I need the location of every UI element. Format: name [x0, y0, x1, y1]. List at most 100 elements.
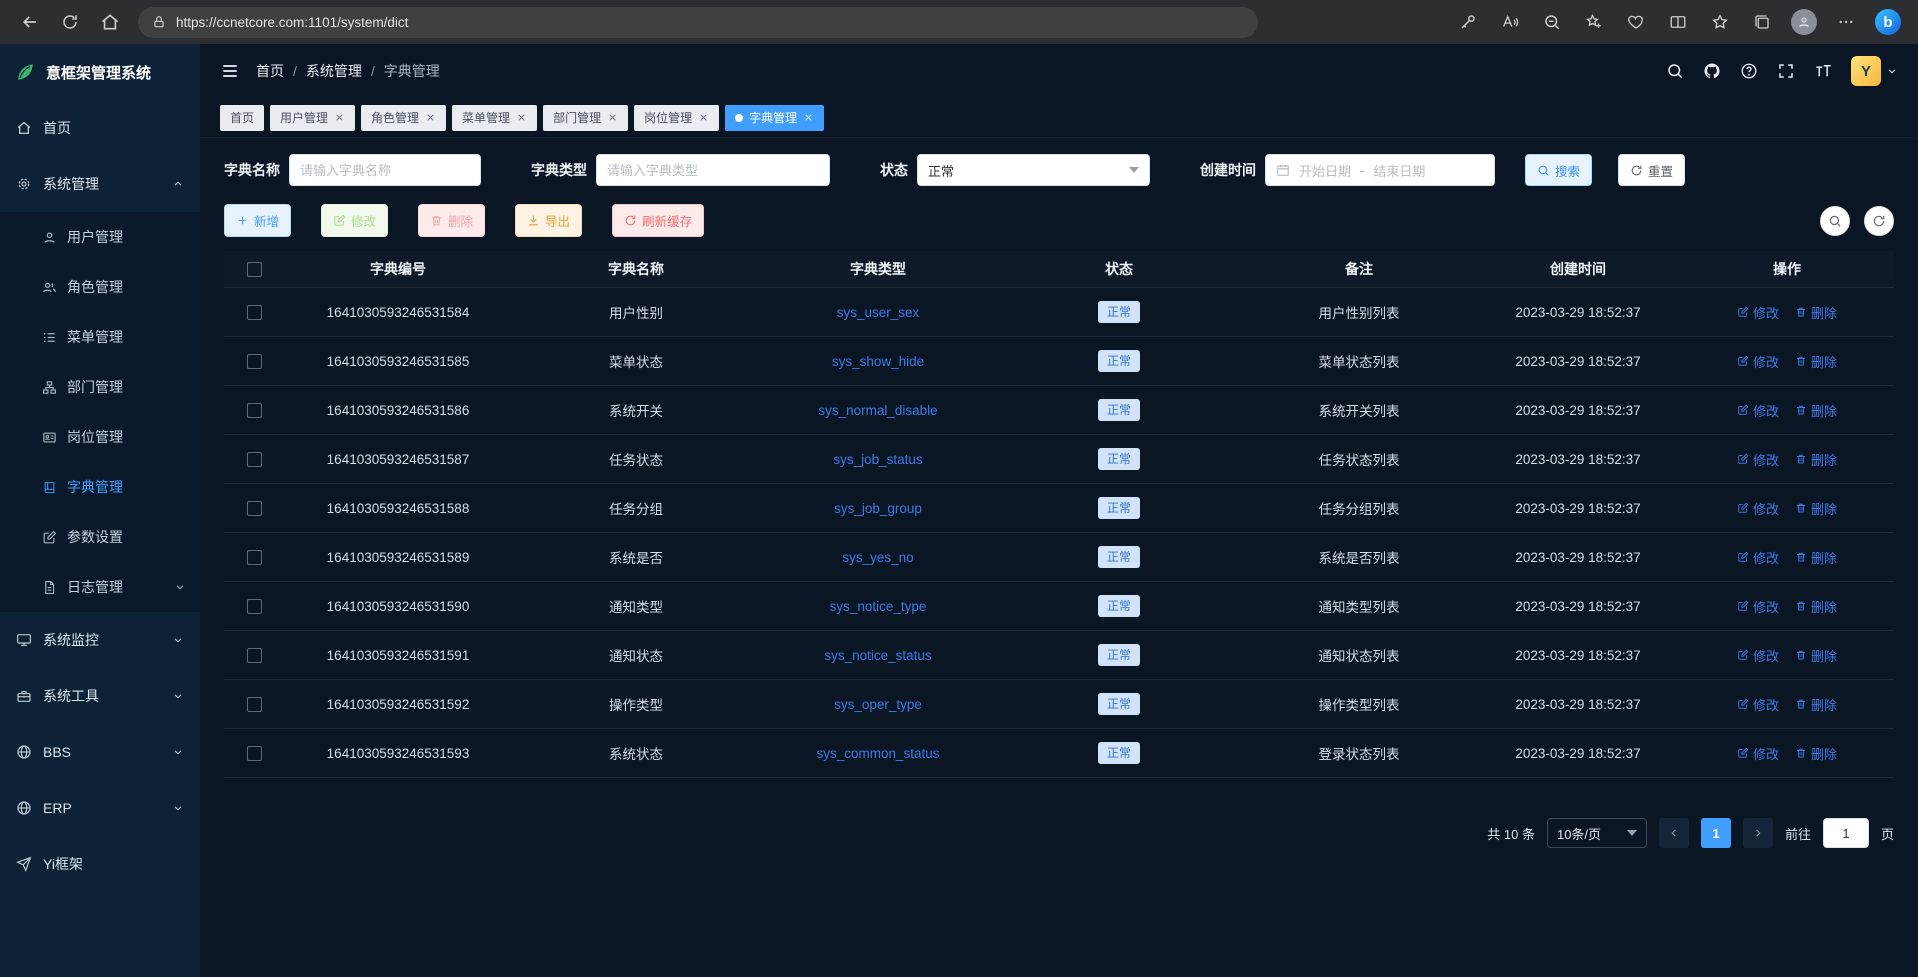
tab-home[interactable]: 首页 — [220, 105, 264, 131]
row-delete-link[interactable]: 删除 — [1795, 597, 1837, 616]
row-edit-link[interactable]: 修改 — [1737, 548, 1779, 567]
reset-button[interactable]: 重置 — [1618, 154, 1685, 186]
row-edit-link[interactable]: 修改 — [1737, 597, 1779, 616]
sidebar-item-role-mgmt[interactable]: 角色管理 — [0, 262, 200, 312]
password-key-icon[interactable] — [1450, 5, 1486, 39]
row-checkbox[interactable] — [247, 599, 262, 614]
browser-back-button[interactable] — [12, 5, 48, 39]
row-delete-link[interactable]: 删除 — [1795, 499, 1837, 518]
read-aloud-icon[interactable] — [1492, 5, 1528, 39]
close-icon[interactable] — [425, 112, 436, 123]
status-select[interactable]: 正常 — [917, 154, 1150, 186]
address-bar[interactable]: https://ccnetcore.com:1101/system/dict — [138, 7, 1258, 38]
github-icon[interactable] — [1703, 62, 1721, 80]
row-checkbox[interactable] — [247, 746, 262, 761]
refresh-cache-button[interactable]: 刷新缓存 — [612, 204, 704, 237]
font-size-icon[interactable] — [1814, 62, 1832, 80]
add-button[interactable]: 新增 — [224, 204, 291, 237]
close-icon[interactable] — [516, 112, 527, 123]
row-delete-link[interactable]: 删除 — [1795, 548, 1837, 567]
row-edit-link[interactable]: 修改 — [1737, 646, 1779, 665]
search-icon[interactable] — [1666, 62, 1684, 80]
sidebar-item-bbs[interactable]: BBS — [0, 724, 200, 780]
fullscreen-icon[interactable] — [1777, 62, 1795, 80]
dict-type-link[interactable]: sys_notice_status — [824, 648, 931, 663]
row-edit-link[interactable]: 修改 — [1737, 695, 1779, 714]
split-screen-icon[interactable] — [1660, 5, 1696, 39]
browser-refresh-button[interactable] — [52, 5, 88, 39]
row-delete-link[interactable]: 删除 — [1795, 646, 1837, 665]
add-favorite-icon[interactable] — [1576, 5, 1612, 39]
page-size-select[interactable]: 10条/页 — [1547, 818, 1647, 848]
breadcrumb-home[interactable]: 首页 — [256, 61, 284, 81]
delete-button[interactable]: 删除 — [418, 204, 485, 237]
tab-menu-mgmt[interactable]: 菜单管理 — [452, 105, 537, 131]
row-checkbox[interactable] — [247, 403, 262, 418]
row-delete-link[interactable]: 删除 — [1795, 450, 1837, 469]
zoom-out-icon[interactable] — [1534, 5, 1570, 39]
close-icon[interactable] — [698, 112, 709, 123]
user-menu[interactable]: Y — [1851, 56, 1898, 86]
current-page-button[interactable]: 1 — [1701, 818, 1731, 848]
tab-post-mgmt[interactable]: 岗位管理 — [634, 105, 719, 131]
dict-type-link[interactable]: sys_yes_no — [842, 550, 913, 565]
dict-type-link[interactable]: sys_job_group — [834, 501, 922, 516]
row-delete-link[interactable]: 删除 — [1795, 352, 1837, 371]
row-checkbox[interactable] — [247, 501, 262, 516]
row-checkbox[interactable] — [247, 354, 262, 369]
help-icon[interactable] — [1740, 62, 1758, 80]
select-all-checkbox[interactable] — [247, 262, 262, 277]
sidebar-item-system-tools[interactable]: 系统工具 — [0, 668, 200, 724]
row-edit-link[interactable]: 修改 — [1737, 401, 1779, 420]
sidebar-item-dict-mgmt[interactable]: 字典管理 — [0, 462, 200, 512]
dict-type-link[interactable]: sys_show_hide — [832, 354, 924, 369]
sidebar-item-system-monitor[interactable]: 系统监控 — [0, 612, 200, 668]
close-icon[interactable] — [334, 112, 345, 123]
prev-page-button[interactable] — [1659, 818, 1689, 848]
sidebar-item-dept-mgmt[interactable]: 部门管理 — [0, 362, 200, 412]
favorites-icon[interactable] — [1702, 5, 1738, 39]
toggle-search-button[interactable] — [1820, 206, 1850, 236]
edit-button[interactable]: 修改 — [321, 204, 388, 237]
collections-icon[interactable] — [1744, 5, 1780, 39]
dict-type-input[interactable] — [596, 154, 830, 186]
sidebar-item-yi-framework[interactable]: Yi框架 — [0, 836, 200, 892]
tab-user-mgmt[interactable]: 用户管理 — [270, 105, 355, 131]
export-button[interactable]: 导出 — [515, 204, 582, 237]
row-checkbox[interactable] — [247, 452, 262, 467]
row-delete-link[interactable]: 删除 — [1795, 695, 1837, 714]
goto-page-input[interactable] — [1823, 818, 1869, 848]
row-delete-link[interactable]: 删除 — [1795, 303, 1837, 322]
close-icon[interactable] — [607, 112, 618, 123]
tab-dept-mgmt[interactable]: 部门管理 — [543, 105, 628, 131]
tab-dict-mgmt[interactable]: 字典管理 — [725, 105, 824, 131]
dict-name-input[interactable] — [289, 154, 481, 186]
row-checkbox[interactable] — [247, 648, 262, 663]
row-checkbox[interactable] — [247, 697, 262, 712]
row-edit-link[interactable]: 修改 — [1737, 352, 1779, 371]
browser-essentials-icon[interactable] — [1618, 5, 1654, 39]
row-edit-link[interactable]: 修改 — [1737, 744, 1779, 763]
tab-role-mgmt[interactable]: 角色管理 — [361, 105, 446, 131]
dict-type-link[interactable]: sys_job_status — [833, 452, 922, 467]
row-checkbox[interactable] — [247, 550, 262, 565]
browser-menu-icon[interactable] — [1828, 5, 1864, 39]
sidebar-item-user-mgmt[interactable]: 用户管理 — [0, 212, 200, 262]
row-checkbox[interactable] — [247, 305, 262, 320]
bing-icon[interactable]: b — [1870, 5, 1906, 39]
row-delete-link[interactable]: 删除 — [1795, 401, 1837, 420]
row-edit-link[interactable]: 修改 — [1737, 450, 1779, 469]
search-button[interactable]: 搜索 — [1525, 154, 1592, 186]
sidebar-item-home[interactable]: 首页 — [0, 100, 200, 156]
row-delete-link[interactable]: 删除 — [1795, 744, 1837, 763]
refresh-table-button[interactable] — [1864, 206, 1894, 236]
row-edit-link[interactable]: 修改 — [1737, 303, 1779, 322]
row-edit-link[interactable]: 修改 — [1737, 499, 1779, 518]
dict-type-link[interactable]: sys_user_sex — [837, 305, 920, 320]
dict-type-link[interactable]: sys_normal_disable — [818, 403, 937, 418]
browser-home-button[interactable] — [92, 5, 128, 39]
sidebar-item-log-mgmt[interactable]: 日志管理 — [0, 562, 200, 612]
sidebar-item-menu-mgmt[interactable]: 菜单管理 — [0, 312, 200, 362]
dict-type-link[interactable]: sys_notice_type — [830, 599, 927, 614]
date-range-picker[interactable]: 开始日期 - 结束日期 — [1265, 154, 1495, 186]
